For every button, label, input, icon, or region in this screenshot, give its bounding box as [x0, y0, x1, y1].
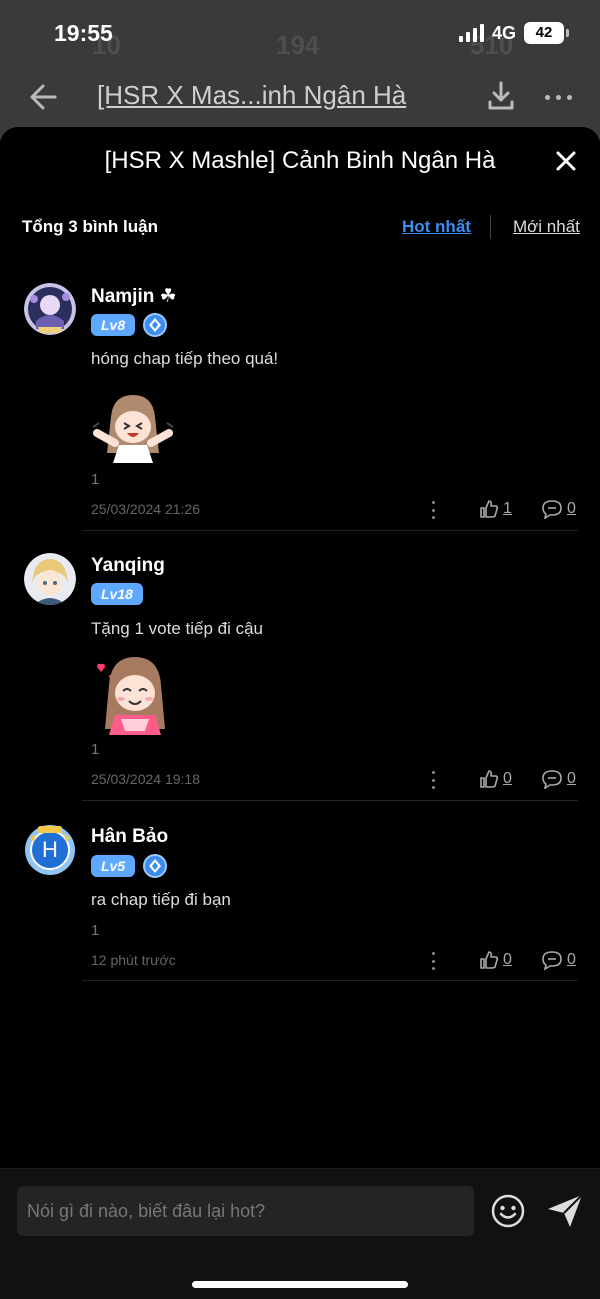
comment-time: 25/03/2024 21:26	[91, 501, 200, 517]
comment-icon	[542, 500, 562, 519]
close-icon	[556, 151, 576, 171]
emoji-icon	[491, 1194, 525, 1228]
emoji-button[interactable]	[490, 1193, 526, 1229]
comment-meta: 25/03/2024 21:26 1 0	[91, 499, 578, 521]
like-button[interactable]: 1	[479, 499, 512, 519]
comment-username[interactable]: Hân Bảo	[91, 826, 168, 848]
send-icon	[548, 1194, 583, 1227]
avatar-image	[24, 553, 76, 605]
sort-newest-tab[interactable]: Mới nhất	[513, 217, 580, 237]
like-count: 1	[503, 500, 512, 517]
reply-button[interactable]: 0	[541, 950, 576, 970]
gem-icon	[143, 313, 168, 337]
kebab-icon[interactable]	[429, 501, 437, 519]
comment-username[interactable]: Namjin ☘	[91, 285, 177, 308]
send-button[interactable]	[546, 1193, 584, 1229]
comment-input-bar: Nói gì đi nào, biết đâu lại hot?	[0, 1168, 600, 1299]
page-title[interactable]: [HSR X Mas...inh Ngân Hà	[97, 80, 406, 111]
home-indicator	[192, 1281, 408, 1288]
like-button[interactable]: 0	[479, 769, 512, 789]
sort-divider	[490, 215, 491, 239]
thumbs-up-icon	[480, 500, 499, 518]
comments-sheet: [HSR X Mashle] Cảnh Binh Ngân Hà Tổng 3 …	[0, 127, 600, 1299]
gem-icon	[143, 854, 168, 878]
comment-time: 12 phút trước	[91, 952, 176, 968]
avatar-letter: H	[42, 837, 58, 862]
comment-text: Tặng 1 vote tiếp đi cậu	[91, 619, 264, 638]
avatar-image	[24, 283, 76, 335]
user-badges: Lv8	[91, 313, 168, 337]
level-badge: Lv18	[91, 583, 143, 605]
reply-button[interactable]: 0	[541, 769, 576, 789]
sheet-title: [HSR X Mashle] Cảnh Binh Ngân Hà	[104, 147, 496, 174]
comment-divider	[82, 530, 578, 531]
comment-meta: 12 phút trước 0 0	[91, 950, 578, 972]
signal-icon	[458, 24, 484, 42]
level-badge: Lv5	[91, 855, 136, 877]
comment-username[interactable]: Yanqing	[91, 555, 165, 577]
chapter-label: 1	[91, 922, 100, 939]
status-time: 19:55	[54, 20, 113, 46]
like-button[interactable]: 0	[479, 950, 512, 970]
back-arrow-icon	[30, 84, 57, 110]
thumbs-up-icon	[480, 770, 499, 788]
sort-hot-tab[interactable]: Hot nhất	[402, 217, 471, 237]
background-page: 10 194 510 19:55 4G 42 [HSR X Mas...inh …	[0, 0, 600, 140]
kebab-icon[interactable]	[429, 771, 437, 789]
comments-header: Tổng 3 bình luận Hot nhất Mới nhất	[0, 215, 600, 245]
comment-count: Tổng 3 bình luận	[22, 217, 158, 236]
reply-count: 0	[567, 770, 576, 787]
avatar[interactable]: H	[24, 824, 76, 876]
kebab-icon[interactable]	[429, 952, 437, 970]
comment-divider	[82, 980, 578, 981]
status-indicators: 4G 42	[458, 22, 569, 44]
chapter-label: 1	[91, 741, 100, 758]
user-badges: Lv5	[91, 854, 168, 878]
battery-icon: 42	[524, 22, 569, 44]
comment-time: 25/03/2024 19:18	[91, 771, 200, 787]
status-bar: 19:55 4G 42	[0, 0, 600, 68]
comment-input[interactable]: Nói gì đi nào, biết đâu lại hot?	[17, 1186, 474, 1236]
close-button[interactable]	[552, 147, 580, 175]
download-icon	[488, 81, 514, 110]
back-button[interactable]	[26, 80, 60, 114]
comment-divider	[82, 800, 578, 801]
more-button[interactable]	[540, 82, 576, 112]
comment-meta: 25/03/2024 19:18 0 0	[91, 769, 578, 791]
comment-text: hóng chap tiếp theo quá!	[91, 349, 279, 368]
sticker-image	[91, 393, 175, 473]
avatar[interactable]	[24, 283, 76, 335]
level-badge: Lv8	[91, 314, 136, 336]
user-badges: Lv18	[91, 583, 143, 605]
avatar[interactable]	[24, 553, 76, 605]
thumbs-up-icon	[480, 951, 499, 969]
like-count: 0	[503, 770, 512, 787]
comment-text: ra chap tiếp đi bạn	[91, 890, 231, 909]
more-icon	[544, 94, 550, 100]
reply-count: 0	[567, 951, 576, 968]
like-count: 0	[503, 951, 512, 968]
reply-count: 0	[567, 500, 576, 517]
top-bar: [HSR X Mas...inh Ngân Hà	[0, 68, 600, 128]
comment-icon	[542, 770, 562, 789]
download-button[interactable]	[486, 80, 518, 114]
comment-icon	[542, 951, 562, 970]
reply-button[interactable]: 0	[541, 499, 576, 519]
network-type: 4G	[491, 22, 516, 43]
chapter-label: 1	[91, 471, 100, 488]
sticker-image	[91, 655, 175, 735]
